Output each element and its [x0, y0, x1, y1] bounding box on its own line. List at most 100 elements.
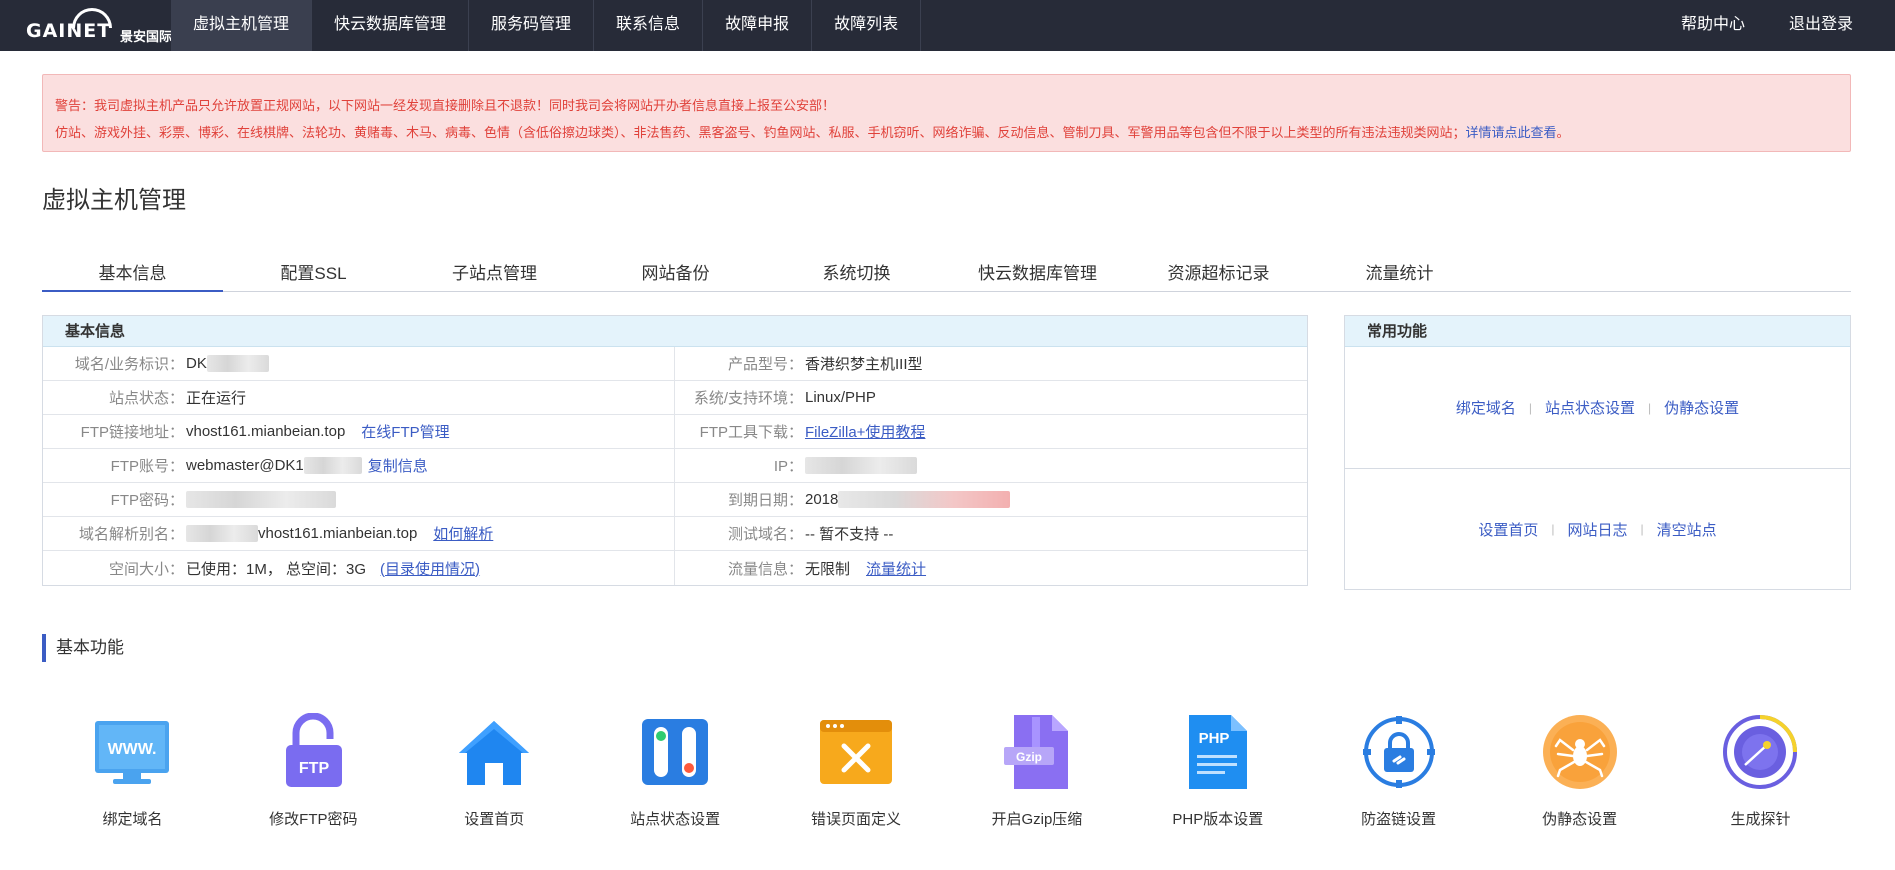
func-change-ftp-password[interactable]: FTP 修改FTP密码 — [223, 712, 404, 829]
nav-contact[interactable]: 联系信息 — [594, 0, 704, 51]
ftp-account-label: FTP账号： — [110, 458, 184, 475]
svg-text:WWW.: WWW. — [108, 741, 157, 758]
basic-info-title: 基本信息 — [43, 316, 1307, 347]
func-label: 设置首页 — [464, 811, 525, 828]
ftp-account-value: webmaster@DK1 — [184, 457, 362, 475]
basic-functions-grid: WWW. 绑定域名 FTP 修改FTP密码 设置首页 站点状态设置 错误页面定义… — [42, 712, 1851, 829]
table-row: 域名解析别名： vhost161.mianbeian.top 如何解析 测试域名： -… — [43, 517, 1307, 551]
test-domain-label: 测试域名： — [727, 526, 803, 543]
func-label: 伪静态设置 — [1542, 811, 1618, 828]
ftp-password-label: FTP密码： — [110, 492, 184, 509]
rewrite-settings-link[interactable]: 伪静态设置 — [1664, 397, 1739, 418]
warning-alert: 警告：我司虚拟主机产品只允许放置正规网站，以下网站一经发现直接删除且不退款！同时… — [42, 74, 1851, 152]
dir-usage-link[interactable]: (目录使用情况) — [380, 558, 480, 579]
page-title: 虚拟主机管理 — [42, 187, 186, 214]
clear-site-link[interactable]: 清空站点 — [1657, 519, 1717, 540]
ftp-address-label: FTP链接地址： — [80, 424, 184, 441]
space-size-value: 已使用：1M， 总空间：3G — [186, 560, 367, 578]
ftp-tool-label: FTP工具下载： — [699, 424, 803, 441]
tab-system-switch[interactable]: 系统切换 — [766, 260, 947, 292]
traffic-stats-link[interactable]: 流量统计 — [866, 558, 926, 579]
basic-functions-title: 基本功能 — [42, 634, 124, 662]
func-php-version[interactable]: PHP PHP版本设置 — [1127, 712, 1308, 829]
error-window-icon — [766, 712, 947, 792]
warning-line-2: 仿站、游戏外挂、彩票、博彩、在线棋牌、法轮功、黄赌毒、木马、病毒、色情（含低俗擦… — [55, 119, 1838, 146]
svg-text:PHP: PHP — [1198, 730, 1229, 747]
func-bind-domain[interactable]: WWW. 绑定域名 — [42, 712, 223, 829]
func-error-page[interactable]: 错误页面定义 — [766, 712, 947, 829]
tab-subsite[interactable]: 子站点管理 — [404, 260, 585, 292]
www-monitor-icon: WWW. — [42, 712, 223, 792]
logout-link[interactable]: 退出登录 — [1767, 0, 1875, 51]
top-navbar: GAINET 景安国际 虚拟主机管理 快云数据库管理 服务码管理 联系信息 故障… — [0, 0, 1895, 51]
func-label: 生成探针 — [1730, 811, 1791, 828]
expiry-date-label: 到期日期： — [727, 492, 803, 509]
func-label: 防盗链设置 — [1361, 811, 1437, 828]
nav-cloud-db[interactable]: 快云数据库管理 — [312, 0, 470, 51]
domain-id-label: 域名/业务标识： — [74, 356, 184, 373]
tab-basic-info[interactable]: 基本信息 — [42, 260, 223, 292]
ip-label: IP： — [773, 458, 803, 475]
tab-bar: 基本信息 配置SSL 子站点管理 网站备份 系统切换 快云数据库管理 资源超标记… — [42, 260, 1851, 292]
warning-tail: 。 — [1556, 125, 1570, 140]
tab-cloud-db[interactable]: 快云数据库管理 — [947, 260, 1128, 292]
func-label: 修改FTP密码 — [269, 811, 358, 828]
func-set-homepage[interactable]: 设置首页 — [404, 712, 585, 829]
table-row: 域名/业务标识： DK 产品型号： 香港织梦主机III型 — [43, 347, 1307, 381]
func-site-status[interactable]: 站点状态设置 — [585, 712, 766, 829]
link-lock-icon — [1308, 712, 1489, 792]
nav-service-code[interactable]: 服务码管理 — [469, 0, 595, 51]
dns-alias-value: vhost161.mianbeian.top — [184, 525, 417, 543]
site-log-link[interactable]: 网站日志 — [1567, 519, 1627, 540]
logo-text: GAINET — [26, 20, 112, 42]
how-to-resolve-link[interactable]: 如何解析 — [433, 523, 493, 544]
gzip-file-icon: Gzip — [946, 712, 1127, 792]
nav-fault-list[interactable]: 故障列表 — [812, 0, 922, 51]
func-rewrite[interactable]: 伪静态设置 — [1489, 712, 1670, 829]
traffic-info-value: 无限制 — [805, 560, 851, 578]
help-center-link[interactable]: 帮助中心 — [1659, 0, 1767, 51]
filezilla-link[interactable]: FileZilla+使用教程 — [805, 421, 925, 442]
separator: | — [1551, 522, 1555, 536]
product-model-value: 香港织梦主机III型 — [805, 356, 923, 373]
online-ftp-link[interactable]: 在线FTP管理 — [361, 421, 449, 442]
svg-text:FTP: FTP — [299, 760, 330, 777]
tab-ssl[interactable]: 配置SSL — [223, 260, 404, 292]
tab-resource-records[interactable]: 资源超标记录 — [1128, 260, 1309, 292]
func-label: 开启Gzip压缩 — [991, 811, 1083, 828]
func-gzip[interactable]: Gzip 开启Gzip压缩 — [946, 712, 1127, 829]
site-status-link[interactable]: 站点状态设置 — [1545, 397, 1635, 418]
tab-traffic[interactable]: 流量统计 — [1309, 260, 1490, 292]
func-anti-leech[interactable]: 防盗链设置 — [1308, 712, 1489, 829]
set-homepage-link[interactable]: 设置首页 — [1478, 519, 1538, 540]
redacted-blur — [303, 457, 362, 475]
tab-backup[interactable]: 网站备份 — [585, 260, 766, 292]
func-probe[interactable]: 生成探针 — [1670, 712, 1851, 829]
redacted-blur — [206, 355, 269, 373]
redacted-blur — [186, 491, 336, 509]
common-functions-title: 常用功能 — [1345, 316, 1850, 347]
nav-report-fault[interactable]: 故障申报 — [703, 0, 813, 51]
common-functions-panel: 常用功能 绑定域名 | 站点状态设置 | 伪静态设置 设置首页 | 网站日志 |… — [1344, 315, 1851, 590]
bind-domain-link[interactable]: 绑定域名 — [1456, 397, 1516, 418]
ip-value — [803, 457, 917, 475]
func-label: 站点状态设置 — [630, 811, 721, 828]
home-icon — [404, 712, 585, 792]
func-label: 绑定域名 — [102, 811, 163, 828]
warning-line-1: 警告：我司虚拟主机产品只允许放置正规网站，以下网站一经发现直接删除且不退款！同时… — [55, 98, 836, 113]
redacted-blur — [838, 491, 1011, 509]
warning-list-text: 仿站、游戏外挂、彩票、博彩、在线棋牌、法轮功、黄赌毒、木马、病毒、色情（含低俗擦… — [55, 125, 1466, 140]
domain-id-value: DK — [184, 355, 269, 373]
redacted-blur — [805, 457, 917, 475]
gainet-logo[interactable]: GAINET 景安国际 — [26, 6, 172, 46]
nav-virtual-host[interactable]: 虚拟主机管理 — [171, 0, 313, 51]
nav-right: 帮助中心 退出登录 — [1659, 0, 1875, 51]
table-row: 站点状态： 正在运行 系统/支持环境： Linux/PHP — [43, 381, 1307, 415]
copy-info-link[interactable]: 复制信息 — [368, 455, 428, 476]
func-label: 错误页面定义 — [811, 811, 902, 828]
php-file-icon: PHP — [1127, 712, 1308, 792]
warning-details-link[interactable]: 详情请点此查看 — [1466, 125, 1557, 140]
main-nav: 虚拟主机管理 快云数据库管理 服务码管理 联系信息 故障申报 故障列表 — [171, 0, 922, 51]
toggle-switch-icon — [585, 712, 766, 792]
product-model-label: 产品型号： — [727, 356, 803, 373]
